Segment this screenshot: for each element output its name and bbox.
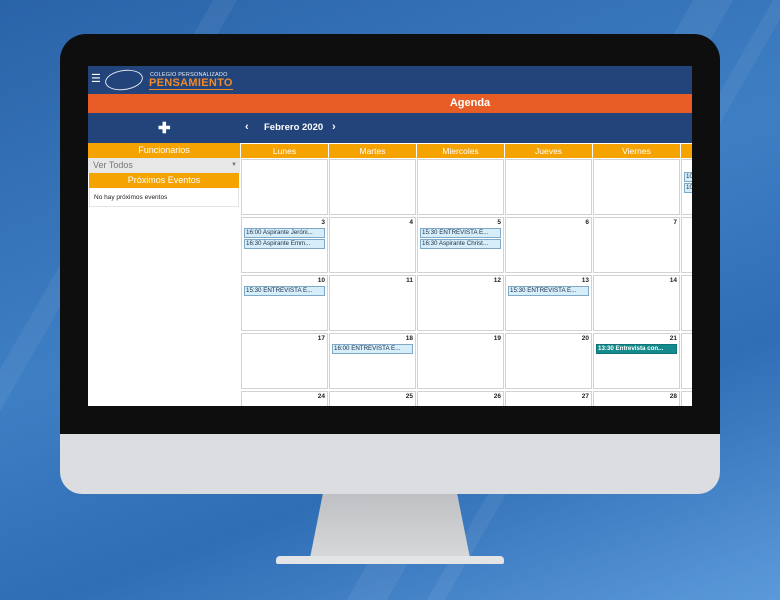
day-cell[interactable] [593,159,680,215]
day-cell[interactable]: 6 [505,217,592,273]
day-cell[interactable]: 21 13:30 Entrevista con... [593,333,680,389]
weekday-header: Lunes [241,144,328,158]
day-cell[interactable]: 25 [329,391,416,406]
month-label: Febrero 2020 [264,122,324,133]
staff-select[interactable]: Ver Todos ▼ [88,158,240,173]
calendar-event[interactable]: 16:00 Aspirante Jeróni... [244,228,325,238]
day-cell[interactable] [505,159,592,215]
day-number: 11 [406,277,413,284]
day-cell[interactable]: 5 15:30 ENTREVISTA E... 16:30 Aspirante Ch… [417,217,504,273]
day-number: 7 [673,219,677,226]
day-number: 19 [493,335,501,342]
day-cell[interactable]: 1010 [681,159,692,215]
day-cell[interactable]: 7 [593,217,680,273]
day-number: 28 [669,393,677,400]
day-cell[interactable] [681,391,692,406]
calendar-event[interactable]: 16:00 ENTREVISTA E... [332,344,413,354]
day-number: 12 [493,277,501,284]
day-cell[interactable]: 10 15:30 ENTREVISTA E... [241,275,328,331]
day-cell[interactable]: 17 [241,333,328,389]
day-cell[interactable] [681,217,692,273]
day-cell[interactable] [417,159,504,215]
calendar-toolbar: ✚ ‹ Febrero 2020 › [88,113,692,143]
day-cell[interactable]: 26 [417,391,504,406]
app-screen: ☰ COLEGIO PERSONALIZADO PENSAMIENTO Agen… [88,66,692,406]
weekday-header: Martes [329,144,416,158]
calendar-event[interactable]: 16:30 Aspirante Christ... [420,239,501,249]
calendar-event[interactable]: 10 [684,183,692,193]
weekday-header: Viernes [593,144,680,158]
hamburger-icon[interactable]: ☰ [91,72,101,86]
calendar-event[interactable]: 15:30 ENTREVISTA E... [244,286,325,296]
day-number: 25 [405,393,413,400]
day-cell[interactable]: 28 [593,391,680,406]
day-number: 24 [317,393,325,400]
logo-swoosh-icon [103,67,145,93]
calendar-event[interactable]: 15:30 ENTREVISTA E... [508,286,589,296]
chevron-right-icon[interactable]: › [332,121,336,133]
day-number: 27 [581,393,589,400]
upcoming-events-header: Próximos Eventos [89,173,239,188]
calendar-event[interactable]: 13:30 Entrevista con... [596,344,677,354]
day-cell[interactable] [329,159,416,215]
page-title: Agenda [449,97,491,109]
plus-icon[interactable]: ✚ [158,119,171,137]
monitor-base [276,556,504,564]
staff-select-value: Ver Todos [93,160,133,170]
day-cell[interactable]: 18 16:00 ENTREVISTA E... [329,333,416,389]
day-cell[interactable]: 3 16:00 Aspirante Jeróni... 16:30 Aspirant… [241,217,328,273]
monitor-chin [60,434,720,494]
day-cell[interactable]: 4 [329,217,416,273]
day-number: 13 [581,277,589,284]
calendar-event[interactable]: 16:30 Aspirante Emm... [244,239,325,249]
day-cell[interactable]: 11 [329,275,416,331]
upcoming-events-empty: No hay próximos eventos [89,188,239,207]
day-number: 26 [493,393,501,400]
sidebar: Funcionarios Ver Todos ▼ Próximos Evento… [88,143,240,406]
monitor-stand [310,494,470,558]
day-cell[interactable] [681,275,692,331]
agenda-header: Agenda [88,94,692,113]
logo-line2: PENSAMIENTO [149,77,233,90]
day-number: 5 [497,219,501,226]
top-navbar: ☰ COLEGIO PERSONALIZADO PENSAMIENTO [88,66,692,94]
day-number: 21 [669,335,677,342]
day-cell[interactable]: 19 [417,333,504,389]
day-number: 10 [317,277,325,284]
day-cell[interactable]: 13 15:30 ENTREVISTA E... [505,275,592,331]
day-number: 4 [409,219,413,226]
day-cell[interactable]: 27 [505,391,592,406]
day-number: 14 [669,277,677,284]
chevron-left-icon[interactable]: ‹ [245,121,249,133]
day-cell[interactable]: 20 [505,333,592,389]
calendar-event[interactable]: 15:30 ENTREVISTA E... [420,228,501,238]
weekday-header: Miercoles [417,144,504,158]
day-cell[interactable]: 12 [417,275,504,331]
staff-header: Funcionarios [88,143,240,158]
day-number: 18 [405,335,413,342]
calendar-event[interactable]: 10 [684,172,692,182]
day-number: 3 [321,219,325,226]
day-cell[interactable] [681,333,692,389]
weekday-header-cutoff [681,144,692,158]
day-number: 6 [585,219,589,226]
weekday-header: Jueves [505,144,592,158]
day-cell[interactable]: 14 [593,275,680,331]
day-number: 17 [317,335,325,342]
day-cell[interactable] [241,159,328,215]
day-cell[interactable]: 24 [241,391,328,406]
day-number: 20 [581,335,589,342]
chevron-down-icon: ▼ [231,162,237,168]
